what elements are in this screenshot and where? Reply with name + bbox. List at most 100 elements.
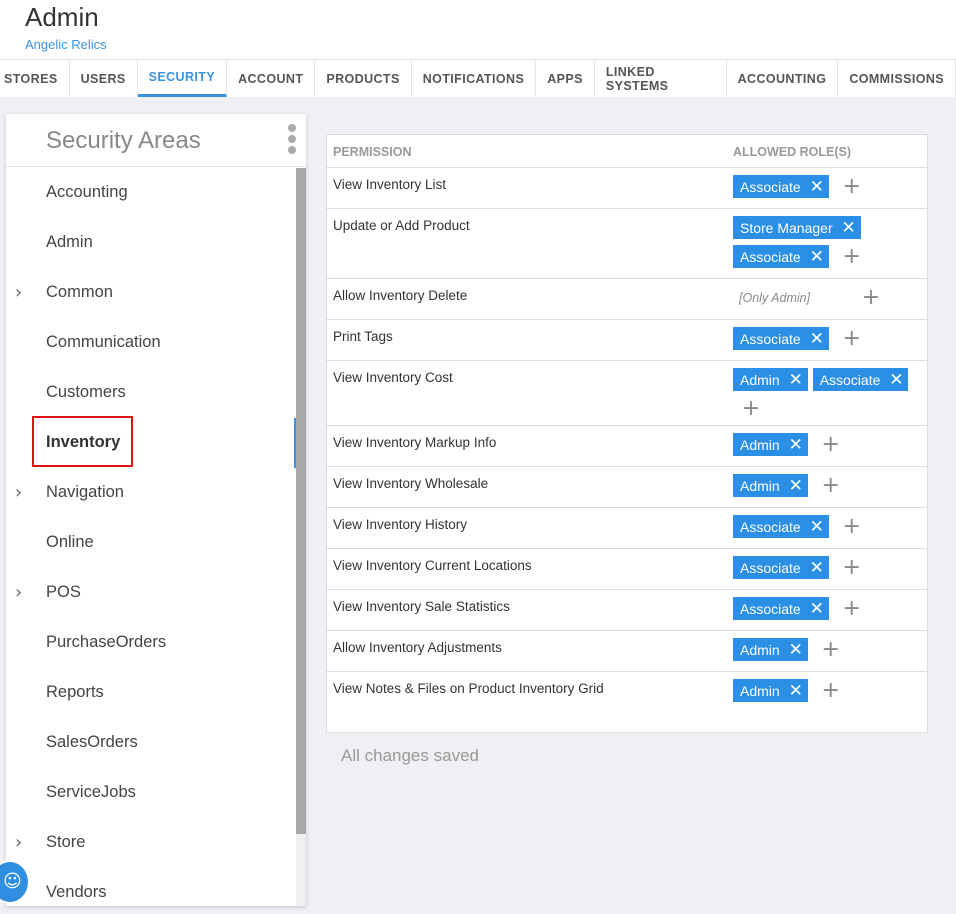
allowed-roles: Admin ✕ + [733, 473, 925, 503]
sidebar-item-customers[interactable]: Customers [6, 368, 296, 418]
security-areas-list: Accounting Admin › Common Communication Custo… [6, 168, 296, 906]
tab-users[interactable]: USERS [70, 60, 138, 97]
sidebar-item-label: Admin [46, 233, 93, 251]
close-icon[interactable]: ✕ [784, 433, 808, 456]
page-title: Admin [25, 2, 99, 32]
plus-icon[interactable]: + [841, 555, 863, 580]
column-header-roles: ALLOWED ROLE(S) [733, 145, 852, 159]
plus-icon[interactable]: + [841, 326, 863, 351]
role-chip: Admin ✕ [733, 679, 808, 702]
sidebar-item-communication[interactable]: Communication [6, 318, 296, 368]
role-chip: Store Manager ✕ [733, 216, 861, 239]
sidebar-scroll-thumb[interactable] [296, 168, 306, 834]
allowed-roles: [Only Admin] + [733, 285, 925, 310]
role-chip: Associate ✕ [733, 556, 829, 579]
tab-products[interactable]: PRODUCTS [315, 60, 412, 97]
sidebar-item-label: Accounting [46, 183, 128, 201]
allowed-roles: Admin ✕ + [733, 432, 925, 462]
plus-icon[interactable]: + [841, 596, 863, 621]
permission-name: View Inventory List [333, 177, 447, 192]
selection-highlight [32, 416, 133, 467]
role-chip: Admin ✕ [733, 474, 808, 497]
plus-icon[interactable]: + [841, 514, 863, 539]
plus-icon[interactable]: + [860, 285, 882, 310]
tab-account[interactable]: ACCOUNT [227, 60, 316, 97]
role-chip: Associate ✕ [733, 597, 829, 620]
permission-name: View Inventory History [333, 517, 468, 532]
plus-icon[interactable]: + [740, 396, 762, 421]
role-chip-label: Associate [740, 518, 801, 535]
close-icon[interactable]: ✕ [805, 597, 829, 620]
sidebar-item-label: POS [46, 583, 81, 601]
plus-icon[interactable]: + [820, 432, 842, 457]
save-status: All changes saved [341, 746, 479, 765]
plus-icon[interactable]: + [841, 244, 863, 269]
close-icon[interactable]: ✕ [784, 368, 808, 391]
close-icon[interactable]: ✕ [784, 638, 808, 661]
role-chip-label: Store Manager [740, 219, 833, 236]
security-areas-panel: Security Areas Accounting Admin › Common Com… [6, 114, 306, 906]
role-chip: Associate ✕ [812, 368, 909, 391]
tab-security[interactable]: SECURITY [137, 60, 228, 97]
tab-stores[interactable]: STORES [0, 60, 70, 97]
close-icon[interactable]: ✕ [784, 679, 808, 702]
close-icon[interactable]: ✕ [784, 474, 808, 497]
sidebar-item-common[interactable]: › Common [6, 268, 296, 318]
allowed-roles: Associate ✕ + [733, 326, 925, 356]
permission-row: View Inventory Cost Admin ✕ Associate ✕ + [327, 361, 927, 426]
close-icon[interactable]: ✕ [884, 368, 908, 391]
sidebar-item-pos[interactable]: › POS [6, 568, 296, 618]
allowed-roles: Associate ✕ + [733, 555, 925, 585]
sidebar-item-label: Online [46, 533, 94, 551]
role-chip: Admin ✕ [733, 433, 808, 456]
sidebar-item-online[interactable]: Online [6, 518, 296, 568]
plus-icon[interactable]: + [820, 637, 842, 662]
sidebar-item-accounting[interactable]: Accounting [6, 168, 296, 218]
chevron-right-icon[interactable]: › [15, 832, 22, 853]
tab-linked-systems[interactable]: LINKED SYSTEMS [595, 60, 727, 97]
tab-commissions[interactable]: COMMISSIONS [838, 60, 956, 97]
sidebar-item-salesorders[interactable]: SalesOrders [6, 718, 296, 768]
account-name-link[interactable]: Angelic Relics [25, 37, 107, 52]
role-chip-label: Admin [740, 641, 780, 658]
plus-icon[interactable]: + [820, 678, 842, 703]
close-icon[interactable]: ✕ [805, 245, 829, 268]
chevron-right-icon[interactable]: › [15, 582, 22, 603]
sidebar-item-label: Customers [46, 383, 126, 401]
chevron-right-icon[interactable]: › [15, 482, 22, 503]
kebab-menu-icon[interactable] [286, 124, 298, 158]
tab-accounting[interactable]: ACCOUNTING [727, 60, 839, 97]
plus-icon[interactable]: + [820, 473, 842, 498]
sidebar-item-admin[interactable]: Admin [6, 218, 296, 268]
sidebar-item-label: Common [46, 283, 113, 301]
permission-name: Print Tags [333, 329, 393, 344]
role-chip-label: Admin [740, 371, 780, 388]
permission-row: View Inventory Markup Info Admin ✕ + [327, 426, 927, 467]
permission-row: View Inventory List Associate ✕ + [327, 168, 927, 209]
role-chip: Admin ✕ [733, 368, 808, 391]
close-icon[interactable]: ✕ [805, 327, 829, 350]
chevron-right-icon[interactable]: › [15, 282, 22, 303]
close-icon[interactable]: ✕ [805, 556, 829, 579]
sidebar-item-servicejobs[interactable]: ServiceJobs [6, 768, 296, 818]
role-chip-label: Admin [740, 477, 780, 494]
role-chip-label: Associate [819, 371, 881, 388]
permission-row: Allow Inventory Adjustments Admin ✕ + [327, 631, 927, 672]
role-chip-label: Associate [740, 248, 801, 265]
role-chip: Associate ✕ [733, 327, 829, 350]
allowed-roles: Admin ✕ + [733, 678, 925, 708]
sidebar-item-purchaseorders[interactable]: PurchaseOrders [6, 618, 296, 668]
tab-apps[interactable]: APPS [536, 60, 595, 97]
close-icon[interactable]: ✕ [805, 175, 829, 198]
sidebar-item-store[interactable]: › Store [6, 818, 296, 868]
sidebar-item-reports[interactable]: Reports [6, 668, 296, 718]
sidebar-item-navigation[interactable]: › Navigation [6, 468, 296, 518]
sidebar-scrollbar[interactable] [296, 168, 306, 906]
plus-icon[interactable]: + [841, 174, 863, 199]
permission-row: Update or Add Product Store Manager ✕ Assoc… [327, 209, 927, 279]
sidebar-item-vendors[interactable]: Vendors [6, 868, 296, 906]
permissions-table: PERMISSION ALLOWED ROLE(S) View Inventor… [326, 134, 928, 733]
close-icon[interactable]: ✕ [805, 515, 829, 538]
close-icon[interactable]: ✕ [837, 216, 861, 239]
tab-notifications[interactable]: NOTIFICATIONS [412, 60, 537, 97]
